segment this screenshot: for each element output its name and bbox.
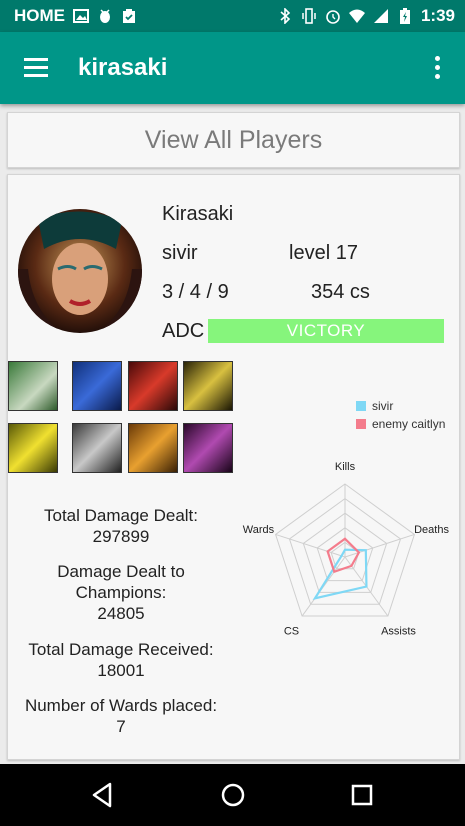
stat-label: Total Damage Received:: [28, 640, 214, 659]
radar-axis-label: Kills: [335, 461, 356, 473]
legend-swatch: [356, 419, 366, 429]
legend-swatch: [356, 401, 366, 411]
item-shield-helm-icon[interactable]: [72, 423, 122, 473]
champion-spell-icon[interactable]: [8, 361, 58, 411]
radar-grid-ring: [274, 483, 416, 617]
stat-total-damage-dealt: Total Damage Dealt: 297899: [8, 505, 234, 547]
champion-name: sivir: [162, 242, 198, 264]
creep-score: 354 cs: [311, 281, 370, 303]
stat-value: 7: [116, 717, 126, 736]
stat-value: 24805: [97, 604, 145, 623]
radar-axis-line: [275, 533, 346, 558]
stat-value: 297899: [92, 527, 150, 546]
item-bow-icon[interactable]: [72, 361, 122, 411]
chart-legend: sivir enemy caitlyn: [356, 397, 445, 433]
radar-grid-ring: [316, 527, 374, 582]
signal-icon: [373, 9, 388, 23]
android-debug-icon: [100, 9, 110, 23]
stat-wards-placed: Number of Wards placed: 7: [8, 695, 234, 737]
battery-charging-icon: [399, 8, 410, 24]
radar-axis-label: CS: [284, 626, 299, 638]
app-bar: kirasaki: [0, 32, 465, 104]
radar-axis-label: Assists: [381, 626, 416, 638]
player-role: ADC: [162, 320, 205, 342]
status-home-label: HOME: [14, 6, 65, 25]
home-icon[interactable]: [218, 780, 248, 810]
navigation-bar: [0, 764, 465, 826]
legend-entry: enemy caitlyn: [356, 415, 445, 433]
hamburger-menu-icon[interactable]: [24, 58, 48, 78]
recents-icon[interactable]: [347, 780, 377, 810]
radar-grid-ring: [288, 497, 402, 605]
radar-axis-line: [344, 533, 415, 558]
kda-score: 3 / 4 / 9: [162, 281, 229, 303]
champion-level: level 17: [289, 242, 358, 264]
radar-series-sivir: [312, 548, 368, 601]
status-bar: HOME 1:39: [0, 0, 465, 32]
radar-series-enemy-caitlyn: [326, 537, 361, 574]
radar-axis-line: [301, 556, 346, 617]
stat-damage-to-champions: Damage Dealt to Champions: 24805: [8, 561, 234, 624]
item-dark-sword-icon[interactable]: [183, 423, 233, 473]
back-icon[interactable]: [88, 780, 118, 810]
image-icon: [73, 9, 89, 23]
vibrate-icon: [302, 8, 316, 24]
stat-label: Damage Dealt to Champions:: [57, 562, 185, 602]
match-result-badge: VICTORY: [208, 319, 444, 343]
stat-value: 18001: [97, 661, 145, 680]
stat-total-damage-received: Total Damage Received: 18001: [8, 639, 234, 681]
radar-grid-ring: [330, 541, 360, 570]
radar-grid-ring: [302, 512, 388, 593]
player-card: Kirasaki sivir level 17 3 / 4 / 9 354 cs…: [7, 174, 460, 760]
item-red-claw-icon[interactable]: [128, 361, 178, 411]
summoner-flash-icon[interactable]: [8, 423, 58, 473]
bluetooth-icon: [280, 8, 291, 24]
alarm-icon: [326, 10, 340, 24]
legend-label: enemy caitlyn: [372, 417, 446, 431]
status-time: 1:39: [420, 6, 455, 25]
more-vert-icon[interactable]: [433, 56, 441, 80]
item-golden-blade-icon[interactable]: [183, 361, 233, 411]
stat-label: Total Damage Dealt:: [43, 506, 199, 525]
legend-label: sivir: [372, 399, 394, 413]
view-all-players-button[interactable]: View All Players: [7, 112, 460, 168]
stat-label: Number of Wards placed:: [24, 696, 218, 715]
item-dagger-icon[interactable]: [128, 423, 178, 473]
clipboard-check-icon: [123, 9, 135, 23]
legend-entry: sivir: [356, 397, 445, 415]
radar-axis-line: [344, 556, 389, 617]
radar-axis-label: Wards: [243, 524, 275, 536]
champion-portrait[interactable]: [18, 209, 142, 333]
wifi-icon: [348, 9, 365, 23]
page-title: kirasaki: [78, 54, 168, 81]
summoner-name: Kirasaki: [162, 203, 234, 225]
radar-axis-label: Deaths: [414, 524, 449, 536]
